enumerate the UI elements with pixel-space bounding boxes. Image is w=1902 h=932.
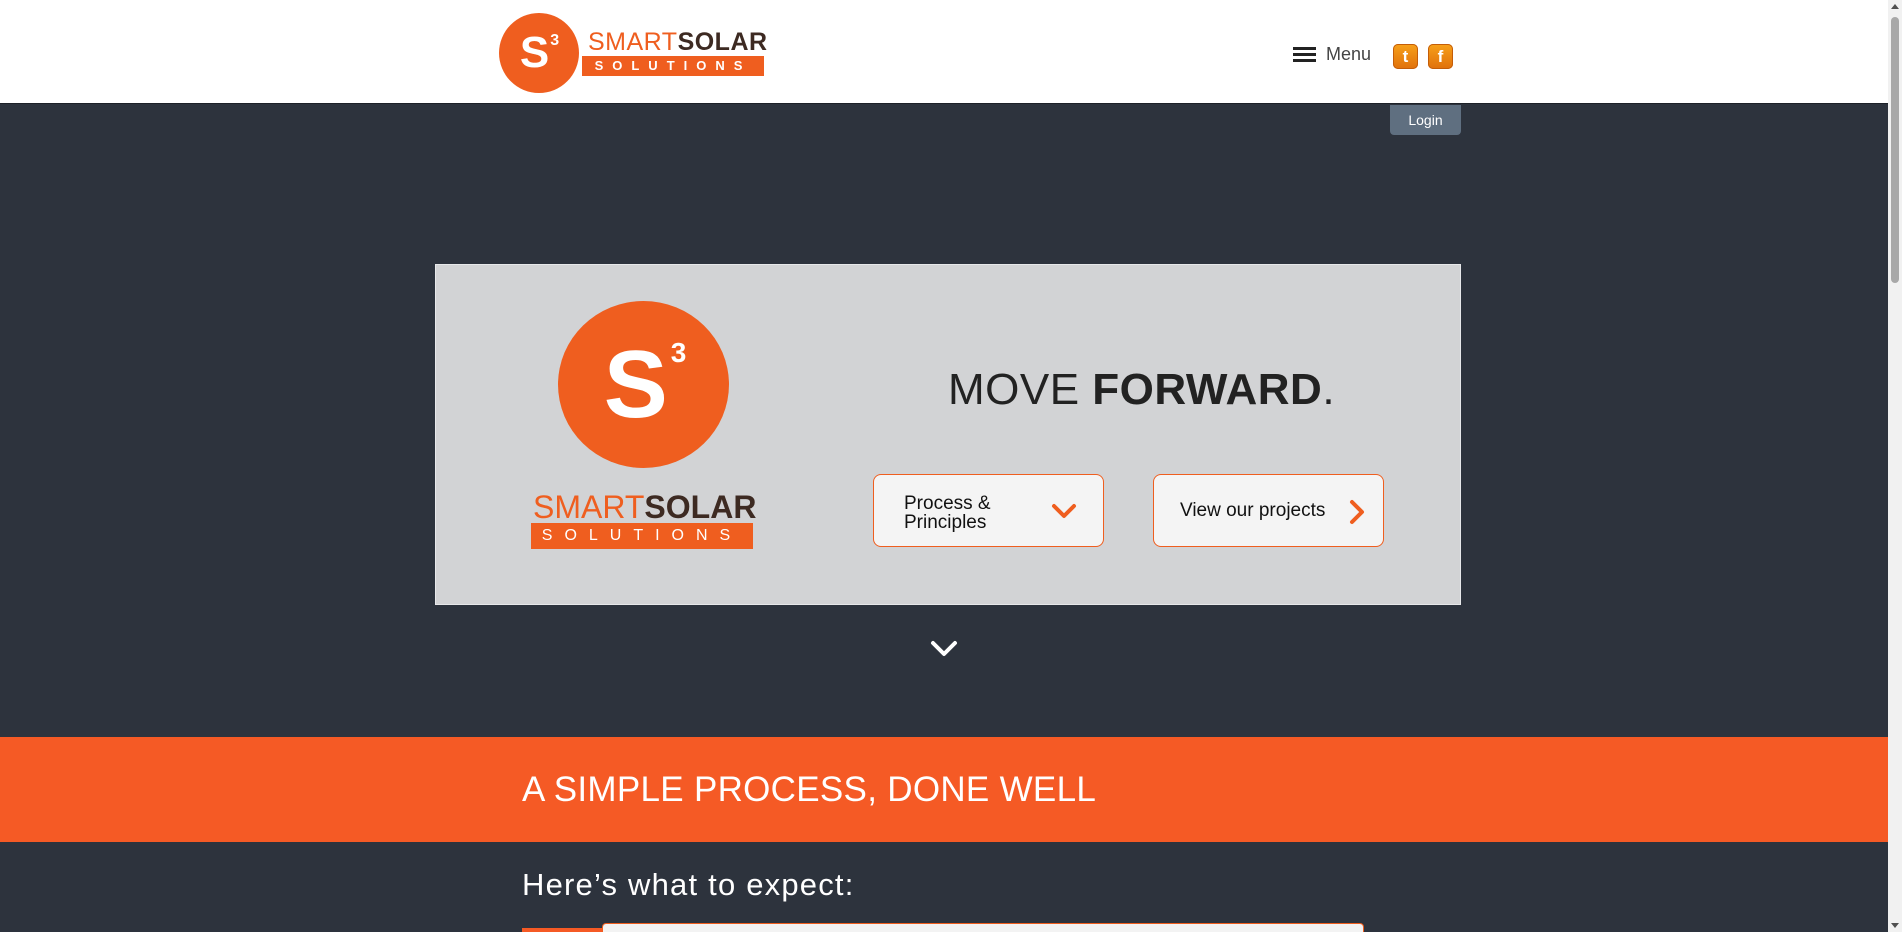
twitter-icon[interactable]: t [1393, 44, 1418, 69]
menu-label: Menu [1326, 44, 1372, 64]
tagline-end: . [1322, 365, 1336, 414]
scroll-down-arrow-icon[interactable] [1891, 923, 1899, 928]
hero-logo: S3 SMARTSOLAR SOLUTIONS [531, 301, 756, 551]
logo-mark: S3 [499, 13, 579, 93]
login-button[interactable]: Login [1390, 105, 1461, 135]
view-projects-button[interactable]: View our projects [1153, 474, 1384, 547]
process-principles-button[interactable]: Process & Principles [873, 474, 1104, 547]
scroll-down-chevron-icon[interactable] [930, 640, 958, 658]
logo-word-smart: SMART [588, 28, 678, 56]
logo-subword: SOLUTIONS [582, 56, 764, 76]
logo-word-solar: SOLAR [677, 28, 768, 56]
scrollbar-thumb[interactable] [1891, 17, 1899, 283]
twitter-glyph: t [1402, 47, 1409, 66]
logo-mark-superscript: 3 [550, 32, 560, 49]
hamburger-icon [1293, 47, 1316, 62]
facebook-glyph: f [1437, 47, 1444, 66]
chevron-right-icon [1350, 500, 1364, 524]
hero-logo-mark-superscript: 3 [670, 336, 687, 368]
hero-logo-wordmark: SMARTSOLAR [533, 491, 756, 523]
page-scrollbar[interactable] [1888, 0, 1902, 932]
step-tab [522, 928, 604, 932]
hero-logo-word-solar: SOLAR [644, 489, 757, 525]
logo-wordmark: SMARTSOLAR [588, 30, 768, 55]
hero-logo-mark-letter: S [603, 330, 668, 438]
tagline-light: MOVE [948, 365, 1093, 414]
process-banner: A SIMPLE PROCESS, DONE WELL [0, 737, 1888, 842]
section-subtitle: Here’s what to expect: [522, 867, 855, 902]
scroll-up-arrow-icon[interactable] [1891, 4, 1899, 9]
menu-button[interactable]: Menu [1293, 44, 1371, 65]
process-principles-label: Process & Principles [904, 493, 991, 533]
hero-logo-word-smart: SMART [533, 489, 645, 525]
facebook-icon[interactable]: f [1428, 44, 1453, 69]
chevron-down-icon [1052, 504, 1076, 518]
view-projects-label: View our projects [1180, 500, 1326, 521]
hero-logo-mark: S3 [558, 301, 729, 468]
site-logo[interactable]: S3 SMARTSOLAR SOLUTIONS [499, 13, 769, 95]
tagline-bold: FORWARD [1092, 365, 1323, 414]
hero-tagline: MOVE FORWARD. [948, 365, 1335, 415]
logo-mark-letter: S [519, 28, 550, 77]
hero-logo-subword: SOLUTIONS [531, 523, 753, 549]
hero-panel: S3 SMARTSOLAR SOLUTIONS MOVE FORWARD. Pr… [435, 264, 1461, 605]
site-header: S3 SMARTSOLAR SOLUTIONS Menu t f [0, 0, 1888, 104]
step-card [602, 923, 1364, 932]
section-title: A SIMPLE PROCESS, DONE WELL [522, 770, 1097, 809]
